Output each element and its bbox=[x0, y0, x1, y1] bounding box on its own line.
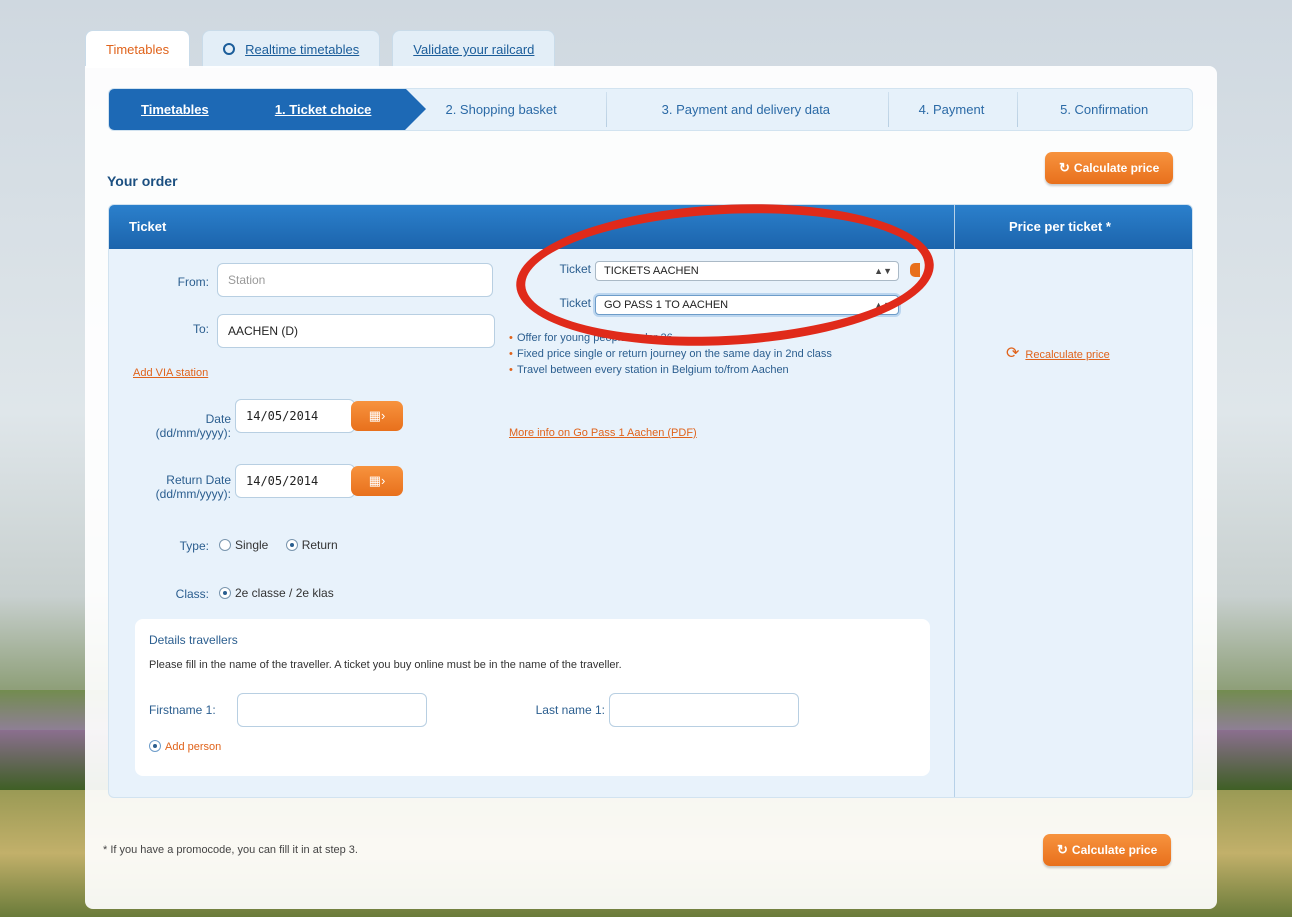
type-single-option[interactable]: Single bbox=[219, 538, 268, 552]
class-value: 2e classe / 2e klas bbox=[235, 586, 334, 600]
date-input[interactable]: 14/05/2014 bbox=[235, 399, 355, 433]
from-input[interactable]: Station bbox=[217, 263, 493, 297]
type-return-label: Return bbox=[301, 538, 338, 552]
step-timetables[interactable]: Timetables bbox=[109, 89, 241, 130]
calculate-price-button-bottom[interactable]: ↻ Calculate price bbox=[1043, 834, 1172, 866]
from-label: From: bbox=[177, 275, 209, 289]
step-payment: 4. Payment bbox=[887, 89, 1019, 130]
tab-validate-railcard[interactable]: Validate your railcard bbox=[392, 30, 556, 68]
firstname-input[interactable] bbox=[237, 693, 427, 727]
step-payment-delivery: 3. Payment and delivery data bbox=[605, 89, 889, 130]
class-label: Class: bbox=[175, 587, 209, 601]
travellers-title: Details travellers bbox=[149, 633, 238, 647]
type-label: Type: bbox=[179, 539, 209, 553]
promocode-footnote: * If you have a promocode, you can fill … bbox=[103, 844, 358, 856]
date-label: Date (dd/mm/yyyy): bbox=[129, 412, 231, 440]
tab-realtime-timetables[interactable]: Realtime timetables bbox=[202, 30, 381, 68]
return-date-label-text: Return Date bbox=[166, 473, 231, 487]
tab-realtime-label: Realtime timetables bbox=[245, 42, 360, 57]
calculate-price-button[interactable]: ↻ Calculate price bbox=[1045, 152, 1174, 184]
clock-icon bbox=[223, 43, 236, 55]
add-person-label: Add person bbox=[165, 741, 222, 753]
return-date-label: Return Date (dd/mm/yyyy): bbox=[129, 473, 231, 501]
refresh-icon: ↻ bbox=[1057, 842, 1068, 857]
return-date-calendar-button[interactable]: ▦› bbox=[351, 466, 403, 496]
column-divider bbox=[954, 205, 955, 797]
recalculate-price-label: Recalculate price bbox=[1025, 349, 1110, 361]
radio-return[interactable] bbox=[285, 539, 298, 551]
refresh-icon: ↻ bbox=[1059, 160, 1070, 175]
radio-class[interactable] bbox=[219, 587, 231, 599]
calendar-icon: ▦› bbox=[368, 473, 386, 488]
lastname-label: Last name 1: bbox=[535, 703, 605, 717]
column-header-price: Price per ticket * bbox=[1009, 219, 1111, 234]
step-confirmation: 5. Confirmation bbox=[1060, 102, 1149, 117]
firstname-label: Firstname 1: bbox=[149, 703, 216, 717]
calendar-icon: ▦› bbox=[368, 408, 386, 423]
tab-timetables[interactable]: Timetables bbox=[85, 30, 191, 68]
recalculate-price-link[interactable]: ⟳ Recalculate price bbox=[1006, 343, 1110, 363]
calculate-price-label: Calculate price bbox=[1073, 161, 1160, 175]
to-label: To: bbox=[192, 322, 209, 336]
refresh-icon: ⟳ bbox=[1006, 345, 1020, 362]
travellers-note: Please fill in the name of the traveller… bbox=[149, 659, 622, 671]
class-option[interactable]: 2e classe / 2e klas bbox=[219, 586, 334, 600]
add-icon bbox=[149, 740, 161, 752]
list-item: Travel between every station in Belgium … bbox=[509, 363, 889, 378]
add-via-station-link[interactable]: Add VIA station bbox=[133, 367, 208, 379]
calculate-price-label: Calculate price bbox=[1071, 843, 1158, 857]
list-item: Fixed price single or return journey on … bbox=[509, 347, 889, 362]
more-info-link[interactable]: More info on Go Pass 1 Aachen (PDF) bbox=[509, 427, 697, 439]
return-date-format-hint: (dd/mm/yyyy): bbox=[155, 487, 231, 501]
to-input[interactable]: AACHEN (D) bbox=[217, 314, 495, 348]
date-calendar-button[interactable]: ▦› bbox=[351, 401, 403, 431]
type-single-label: Single bbox=[235, 538, 269, 552]
step-ticket-choice[interactable]: 1. Ticket choice bbox=[240, 89, 427, 130]
radio-single[interactable] bbox=[219, 539, 231, 551]
step-shopping-basket: 2. Shopping basket bbox=[405, 89, 607, 130]
travellers-box: Details travellers Please fill in the na… bbox=[135, 619, 930, 776]
column-header-ticket: Ticket bbox=[129, 219, 167, 234]
lastname-input[interactable] bbox=[609, 693, 799, 727]
date-format-hint: (dd/mm/yyyy): bbox=[155, 426, 231, 440]
top-tabs: Timetables Realtime timetables Validate … bbox=[85, 30, 556, 68]
type-return-option[interactable]: Return bbox=[285, 538, 338, 552]
add-person-link[interactable]: Add person bbox=[149, 740, 221, 753]
checkout-steps: Timetables 1. Ticket choice 2. Shopping … bbox=[108, 88, 1193, 131]
type-options: Single Return bbox=[219, 538, 338, 552]
page-title: Your order bbox=[107, 173, 178, 189]
return-date-input[interactable]: 14/05/2014 bbox=[235, 464, 355, 498]
main-panel: Timetables 1. Ticket choice 2. Shopping … bbox=[85, 66, 1217, 909]
date-label-text: Date bbox=[205, 412, 231, 426]
